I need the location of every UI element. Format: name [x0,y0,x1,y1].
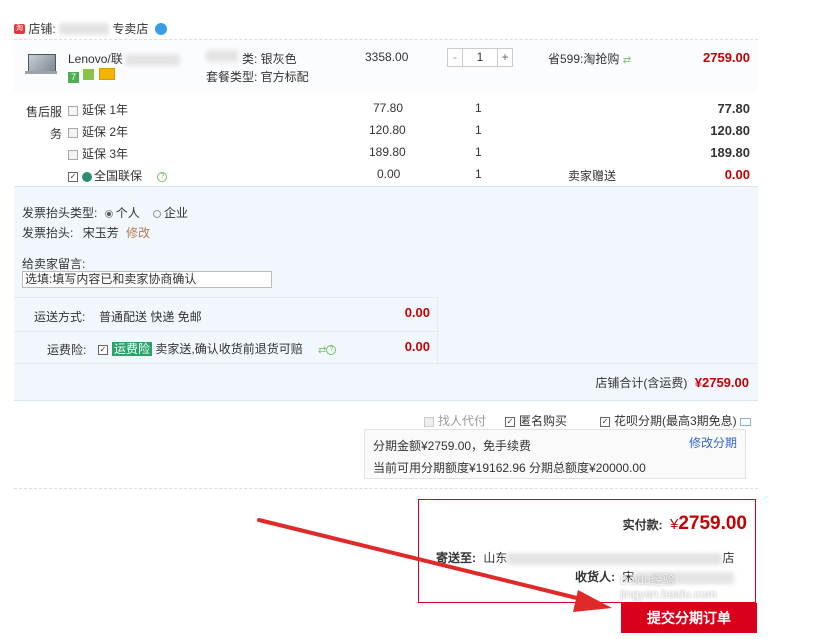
annotation-arrow [257,518,612,612]
